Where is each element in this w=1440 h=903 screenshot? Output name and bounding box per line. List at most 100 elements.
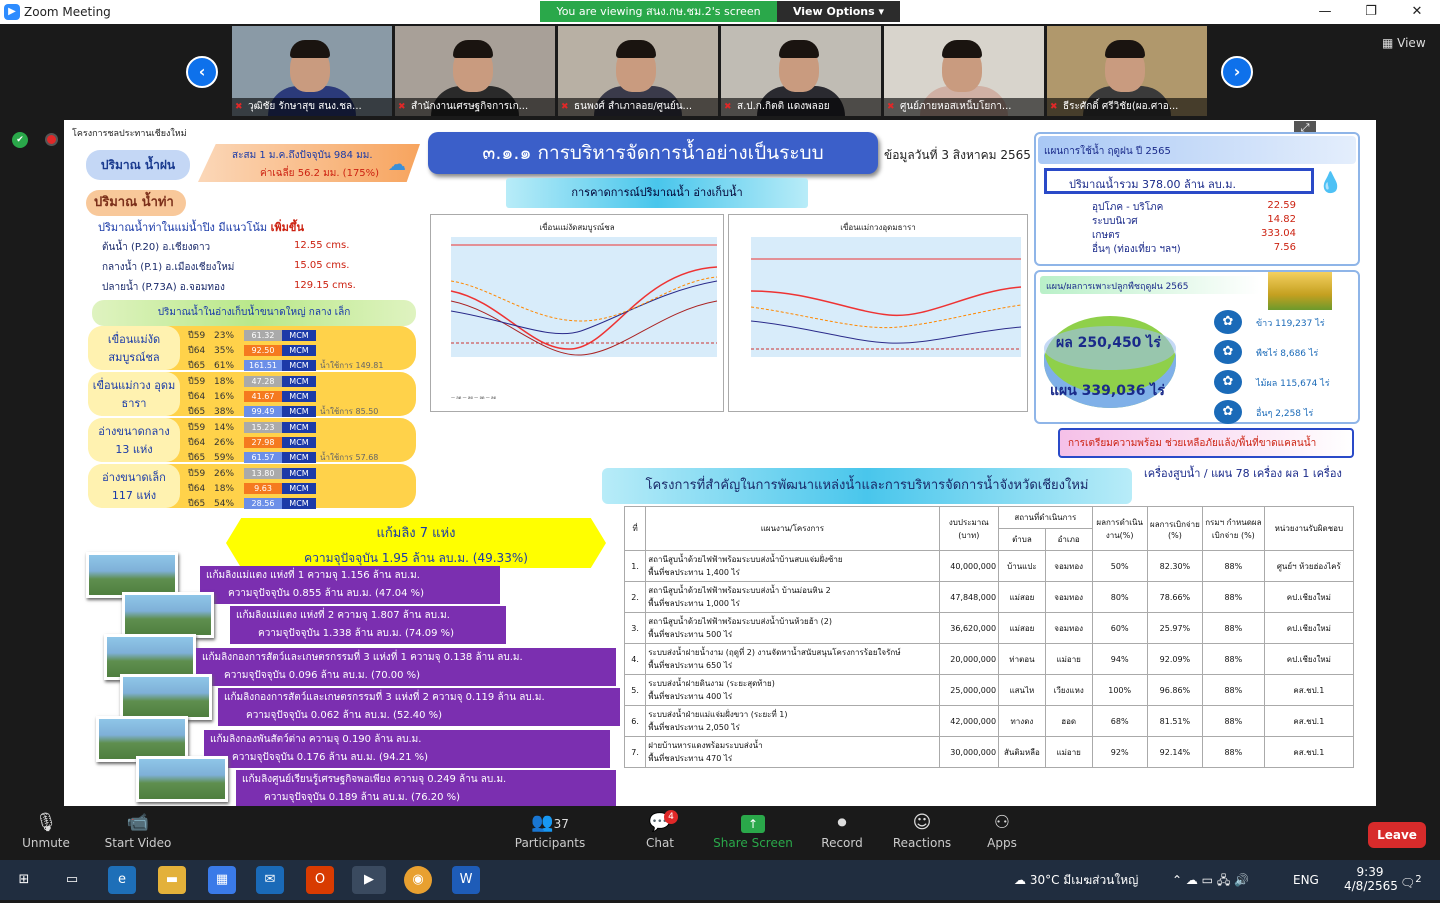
store-icon[interactable]: ▦ bbox=[208, 866, 236, 894]
reservoir-card: อ่างขนาดกลาง 13 แห่ง ปี59 14% 15.23 MCM ปี6… bbox=[88, 418, 416, 463]
maximize-icon[interactable]: ❐ bbox=[1348, 1, 1394, 23]
shared-screen: โครงการชลประทานเชียงใหม่ ๓.๑.๑ การบริหาร… bbox=[64, 120, 1376, 806]
th-project: แผนงาน/โครงการ bbox=[645, 506, 940, 551]
reservoir-name: อ่างขนาดเล็ก 117 แห่ง bbox=[88, 464, 180, 508]
unmute-button[interactable]: 🎙 Unmute bbox=[6, 806, 86, 860]
projects-table: ที่ แผนงาน/โครงการ งบประมาณ (บาท) สถานที… bbox=[623, 506, 1355, 768]
pond-current: ความจุปัจจุบัน 0.855 ล้าน ลบ.ม. (47.04 %… bbox=[228, 588, 425, 599]
participant-tile[interactable]: ศูนย์ภายหอสเหน็บโยกา... ✖ bbox=[884, 26, 1044, 116]
mic-muted-icon: ✖ bbox=[724, 102, 732, 112]
plan-item-value: 7.56 bbox=[1273, 242, 1296, 253]
participant-hair bbox=[779, 40, 819, 58]
table-row: 6. ระบบส่งน้ำฝ่ายแม่แจ่มฝั่งขวา (ระยะที่… bbox=[623, 705, 1355, 737]
pond-current: ความจุปัจจุบัน 1.338 ล้าน ลบ.ม. (74.09 %… bbox=[258, 628, 455, 639]
participant-name: วุฒิชัย รักษาสุข สนง.ชล... bbox=[232, 98, 392, 116]
reactions-button[interactable]: ☺ Reactions bbox=[882, 806, 962, 860]
mic-muted-icon: ✖ bbox=[235, 102, 243, 112]
project-area: พื้นที่ชลประทาน 400 ไร่ bbox=[648, 692, 733, 701]
office-icon[interactable]: O bbox=[306, 866, 334, 894]
minimize-icon[interactable]: — bbox=[1302, 1, 1348, 23]
reactions-icon: ☺ bbox=[912, 812, 932, 833]
chrome-icon[interactable]: ◉ bbox=[404, 866, 432, 894]
apps-icon: ⚇ bbox=[993, 812, 1011, 833]
reservoir-row: ปี64 16% 41.67 MCM bbox=[188, 389, 316, 403]
edge-icon[interactable]: e bbox=[108, 866, 136, 894]
mail-icon[interactable]: ✉ bbox=[256, 866, 284, 894]
close-icon[interactable]: ✕ bbox=[1394, 1, 1440, 23]
projects-title: โครงการที่สำคัญในการพัฒนาแหล่งน้ำและการบ… bbox=[602, 468, 1132, 504]
project-budget: 40,000,000 bbox=[938, 550, 1000, 582]
clock[interactable]: 9:39 4/8/2565 bbox=[1344, 860, 1398, 900]
participant-tile[interactable]: ส.ป.ก.กิตติ แดงพลอย ✖ bbox=[721, 26, 881, 116]
participant-tile[interactable]: ธนพงศ์ สำเภาลอย/ศูนย์น... ✖ bbox=[558, 26, 718, 116]
leave-button[interactable]: Leave bbox=[1368, 822, 1426, 848]
storage-bar: 99.49 bbox=[244, 406, 282, 417]
project-name: ระบบส่งน้ำฝายน้ำงาม (ฤดูที่ 2) งานจัดหาน… bbox=[648, 648, 901, 657]
participants-button[interactable]: 👥37 Participants bbox=[510, 806, 590, 860]
word-icon[interactable]: W bbox=[452, 866, 480, 894]
project-budget: 20,000,000 bbox=[938, 643, 1000, 675]
gallery-next-button[interactable]: › bbox=[1221, 56, 1253, 88]
pond-photo bbox=[120, 674, 212, 720]
chat-icon: 💬 bbox=[648, 812, 672, 833]
windows-start-icon[interactable]: ⊞ bbox=[10, 866, 38, 894]
reservoir-row: ปี64 26% 27.98 MCM bbox=[188, 435, 316, 449]
table-row: 3. สถานีสูบน้ำด้วยไฟฟ้าพร้อมระบบส่งน้ำบ้… bbox=[623, 612, 1355, 644]
mic-muted-icon: ✖ bbox=[561, 102, 569, 112]
reservoir-row: ปี65 54% 28.56 MCM bbox=[188, 496, 320, 510]
monkey-cheek-title: แก้มลิง 7 แห่ง bbox=[376, 526, 456, 541]
prep-title: การเตรียมความพร้อม ช่วยเหลือภัยแล้ง/พื้น… bbox=[1058, 428, 1354, 458]
th-tambon: ตำบล bbox=[998, 528, 1046, 551]
storage-bar: 15.23 bbox=[244, 422, 282, 433]
plan-item-value: 22.59 bbox=[1267, 200, 1296, 211]
project-budget: 30,000,000 bbox=[938, 736, 1000, 768]
participant-tile[interactable]: สำนักงานเศรษฐกิจการเก... ✖ bbox=[395, 26, 555, 116]
file-explorer-icon[interactable]: ▬ bbox=[158, 866, 186, 894]
participant-tile[interactable]: วุฒิชัย รักษาสุข สนง.ชล... ✖ bbox=[232, 26, 392, 116]
participant-hair bbox=[616, 40, 656, 58]
view-button[interactable]: ▦ View bbox=[1382, 36, 1426, 50]
reservoir-row: ปี64 35% 92.50 MCM bbox=[188, 343, 316, 357]
participant-hair bbox=[453, 40, 493, 58]
station-value: 129.15 cms. bbox=[294, 280, 356, 291]
usable-volume: น้ำใช้การ 57.68 bbox=[320, 453, 379, 462]
gallery-prev-button[interactable]: ‹ bbox=[186, 56, 218, 88]
pond-current: ความจุปัจจุบัน 0.096 ล้าน ลบ.ม. (70.00 %… bbox=[224, 670, 421, 681]
language-indicator[interactable]: ENG bbox=[1293, 860, 1319, 900]
rice-field-image bbox=[1268, 272, 1332, 310]
tray-icons[interactable]: ⌃ ☁ ▭ 🖧 🔊 bbox=[1172, 860, 1249, 900]
pond-photo bbox=[136, 756, 228, 802]
crop-plan-box: แผน/ผลการเพาะปลูกพืชฤดูฝน 2565 ผล 250,45… bbox=[1034, 270, 1360, 424]
weather-widget[interactable]: ☁ 30°C มีเมฆส่วนใหญ่ bbox=[1014, 860, 1138, 900]
zoom-taskbar-icon[interactable]: ▶ bbox=[352, 866, 386, 894]
project-area: พื้นที่ชลประทาน 650 ไร่ bbox=[648, 661, 733, 670]
th-location: สถานที่ดำเนินการ bbox=[998, 506, 1093, 529]
reservoir-row: ปี59 14% 15.23 MCM bbox=[188, 420, 316, 434]
crop-icon: ✿ bbox=[1214, 310, 1242, 334]
apps-button[interactable]: ⚇ Apps bbox=[962, 806, 1042, 860]
notification-icon[interactable]: 🗨2 bbox=[1400, 860, 1422, 900]
start-video-button[interactable]: 📹 Start Video bbox=[98, 806, 178, 860]
project-name: สถานีสูบน้ำด้วยไฟฟ้าพร้อมระบบส่งน้ำบ้านห… bbox=[648, 617, 832, 626]
chat-badge: 4 bbox=[664, 810, 678, 824]
task-view-icon[interactable]: ▭ bbox=[58, 866, 86, 894]
reservoir-card: เขื่อนแม่งัด สมบูรณ์ชล ปี59 23% 61.32 MCM ป… bbox=[88, 326, 416, 371]
windows-taskbar: ⊞ ▭ e ▬ ▦ ✉ O ▶ ◉ W ☁ 30°C มีเมฆส่วนใหญ่… bbox=[0, 860, 1440, 900]
pond-capacity: แก้มลิงกองการสัตว์และเกษตรกรรมที่ 3 แห่ง… bbox=[202, 652, 523, 663]
plan-item-label: อื่นๆ (ท่องเที่ยว ฯลฯ) bbox=[1092, 244, 1181, 255]
share-screen-button[interactable]: ↑ Share Screen bbox=[713, 806, 793, 860]
project-budget: 25,000,000 bbox=[938, 674, 1000, 706]
pond-current: ความจุปัจจุบัน 0.176 ล้าน ลบ.ม. (94.21 %… bbox=[232, 752, 429, 763]
reservoir-name: เขื่อนแม่งัด สมบูรณ์ชล bbox=[88, 326, 180, 370]
security-shield-icon[interactable]: ✔ bbox=[12, 132, 28, 148]
rain-label: ปริมาณ น้ำฝน bbox=[86, 150, 190, 180]
chat-button[interactable]: 💬 Chat 4 bbox=[620, 806, 700, 860]
participant-tile[interactable]: ธีระศักดิ์ ศรีวิชัย(ผอ.ศาอ... ✖ bbox=[1047, 26, 1207, 116]
slide-org-name: โครงการชลประทานเชียงใหม่ bbox=[72, 129, 187, 139]
prep-value: เครื่องสูบน้ำ / แผน 78 เครื่อง ผล 1 เครื… bbox=[1144, 467, 1342, 480]
view-options-button[interactable]: View Options ▾ bbox=[777, 1, 900, 22]
crop-label: ข้าว 119,237 ไร่ bbox=[1256, 319, 1325, 329]
pond-capacity: แก้มลิงแม่แตง แห่งที่ 1 ความจุ 1.156 ล้า… bbox=[206, 570, 420, 581]
record-button[interactable]: ⏺ Record bbox=[802, 806, 882, 860]
storage-bar: 27.98 bbox=[244, 437, 282, 448]
